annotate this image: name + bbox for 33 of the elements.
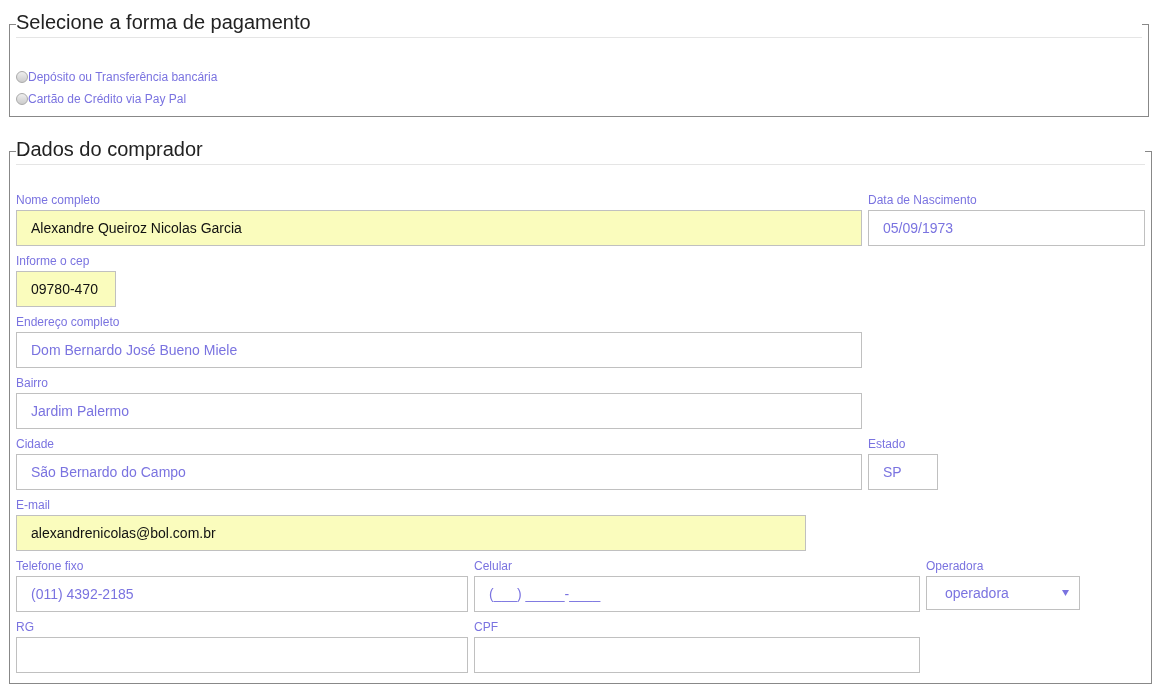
field-label: RG — [16, 619, 35, 636]
text-field[interactable]: (011) 4392-2185 — [16, 576, 468, 612]
section-title: Dados do comprador — [16, 137, 1145, 165]
text-field[interactable]: (___) _____-____ — [474, 576, 920, 612]
text-field[interactable]: Jardim Palermo — [16, 393, 862, 429]
text-field[interactable] — [16, 637, 468, 673]
field-label: CPF — [474, 619, 499, 636]
text-field[interactable]: Alexandre Queiroz Nicolas Garcia — [16, 210, 862, 246]
text-field[interactable]: 09780-470 — [16, 271, 116, 307]
payment-option[interactable]: Depósito ou Transferência bancária — [16, 66, 1142, 88]
text-field[interactable]: 05/09/1973 — [868, 210, 1145, 246]
text-field[interactable]: SP — [868, 454, 938, 490]
field-label: Cidade — [16, 436, 56, 453]
payment-option[interactable]: Cartão de Crédito via Pay Pal — [16, 88, 1142, 110]
section-title: Selecione a forma de pagamento — [16, 10, 1142, 38]
field-label: Telefone fixo — [16, 558, 85, 575]
text-field[interactable]: Dom Bernardo José Bueno Miele — [16, 332, 862, 368]
field-label: Nome completo — [16, 192, 102, 209]
text-field[interactable] — [474, 637, 920, 673]
caret-icon — [1062, 590, 1069, 596]
text-field[interactable]: São Bernardo do Campo — [16, 454, 862, 490]
field-label: Informe o cep — [16, 253, 91, 270]
operator-select[interactable]: operadora — [926, 576, 1080, 610]
field-label: Data de Nascimento — [868, 192, 978, 209]
radio-button[interactable] — [16, 93, 28, 105]
field-label: E-mail — [16, 497, 51, 514]
field-label: Estado — [868, 436, 907, 453]
field-label: Celular — [474, 558, 513, 575]
field-label: Endereço completo — [16, 314, 121, 331]
radio-button[interactable] — [16, 71, 28, 83]
text-field[interactable]: alexandrenicolas@bol.com.br — [16, 515, 806, 551]
field-label: Operadora — [926, 558, 985, 575]
field-label: Bairro — [16, 375, 49, 392]
